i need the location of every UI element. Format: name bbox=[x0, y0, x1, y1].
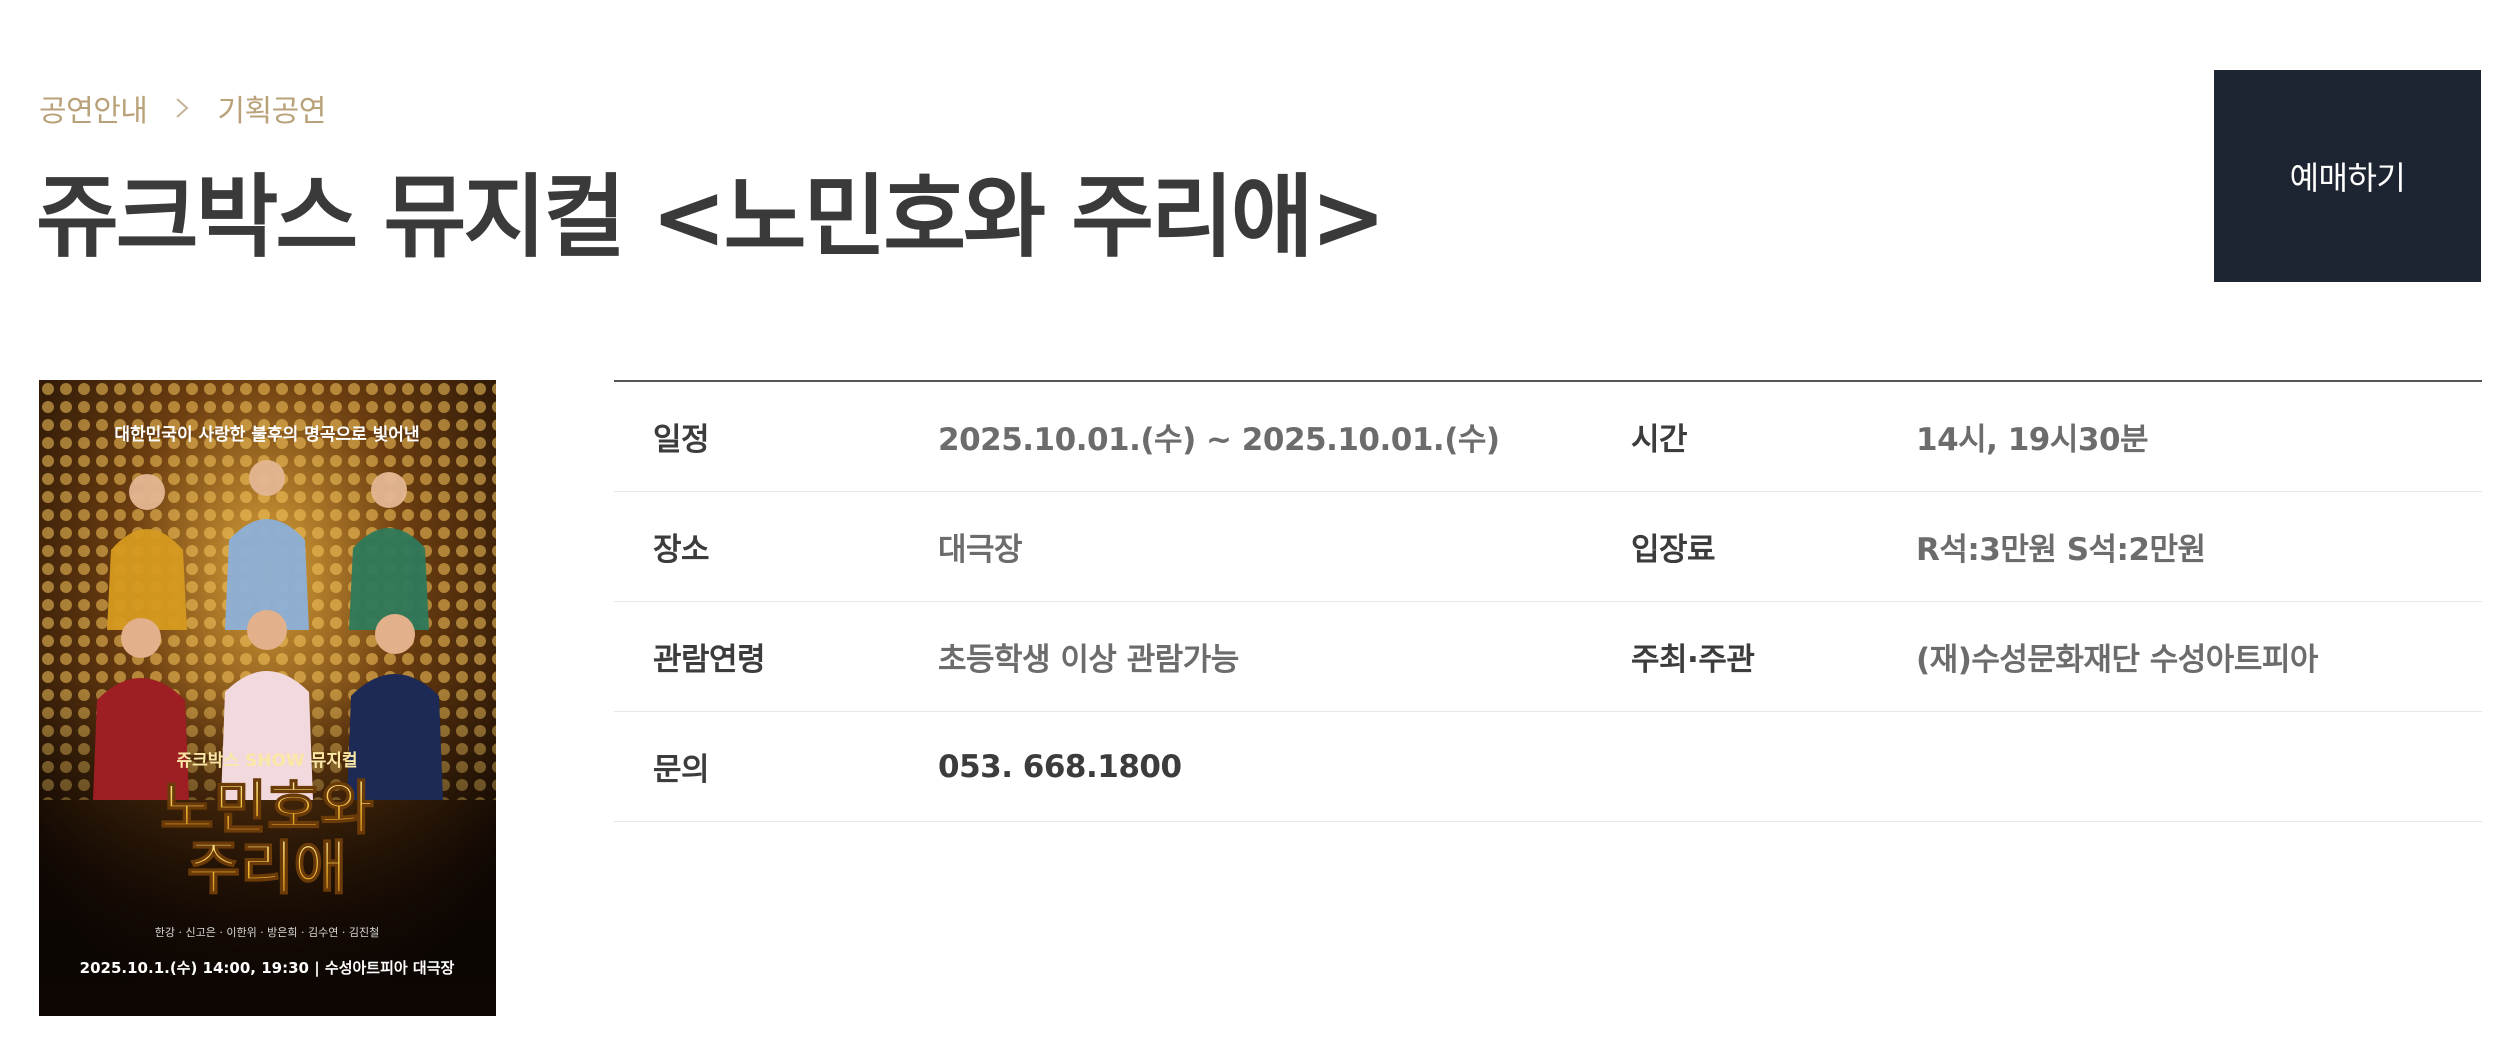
venue-label: 장소 bbox=[653, 532, 710, 568]
poster-title-line2: 주리애 bbox=[187, 834, 347, 902]
admission-label: 입장료 bbox=[1631, 532, 1716, 568]
poster-tagline: 대한민국이 사랑한 불후의 명곡으로 빛어낸 bbox=[114, 424, 419, 445]
age-label: 관람연령 bbox=[653, 642, 766, 678]
page-title: 쥬크박스 뮤지컬 <노민호와 주리애> bbox=[36, 165, 1386, 270]
breadcrumb: 공연안내 기획공연 bbox=[39, 86, 326, 130]
inquiry-label: 문의 bbox=[653, 752, 710, 788]
inquiry-phone[interactable]: 053. 668.1800 bbox=[938, 749, 1631, 785]
organizer-value: (재)수성문화재단 수성아트피아 bbox=[1916, 642, 2318, 678]
info-row-venue: 장소 대극장 입장료 R석:3만원 S석:2만원 bbox=[614, 492, 2482, 602]
info-row-schedule: 일정 2025.10.01.(수) ~ 2025.10.01.(수) 시간 14… bbox=[614, 382, 2482, 492]
age-value: 초등학생 이상 관람가능 bbox=[938, 642, 1239, 678]
organizer-label: 주최·주관 bbox=[1631, 642, 1755, 678]
time-value: 14시, 19시30분 bbox=[1916, 422, 2149, 458]
schedule-value: 2025.10.01.(수) ~ 2025.10.01.(수) bbox=[938, 422, 1500, 458]
performance-info-table: 일정 2025.10.01.(수) ~ 2025.10.01.(수) 시간 14… bbox=[614, 380, 2482, 822]
chevron-right-icon bbox=[169, 95, 195, 121]
poster-schedule: 2025.10.1.(수) 14:00, 19:30 | 수성아트피아 대극장 bbox=[80, 959, 455, 978]
schedule-label: 일정 bbox=[653, 422, 710, 458]
poster-cast: 한강 · 신고은 · 이한위 · 방은희 · 김수연 · 김진철 bbox=[155, 926, 380, 939]
info-row-age: 관람연령 초등학생 이상 관람가능 주최·주관 (재)수성문화재단 수성아트피아 bbox=[614, 602, 2482, 712]
admission-value: R석:3만원 S석:2만원 bbox=[1916, 532, 2206, 568]
performance-poster[interactable]: 대한민국이 사랑한 불후의 명곡으로 빛어낸 쥬크박스 SHOW 뮤지컬 노민호… bbox=[39, 380, 496, 1016]
venue-value: 대극장 bbox=[938, 532, 1023, 568]
reserve-button[interactable]: 예매하기 bbox=[2214, 70, 2481, 282]
info-row-inquiry: 문의 053. 668.1800 bbox=[614, 712, 2482, 822]
breadcrumb-item-performance-info[interactable]: 공연안내 bbox=[39, 86, 148, 130]
poster-subtitle: 쥬크박스 SHOW 뮤지컬 bbox=[177, 751, 358, 771]
time-label: 시간 bbox=[1631, 422, 1688, 458]
poster-title-line1: 노민호와 bbox=[160, 774, 373, 842]
breadcrumb-item-planned-performance[interactable]: 기획공연 bbox=[217, 86, 326, 130]
